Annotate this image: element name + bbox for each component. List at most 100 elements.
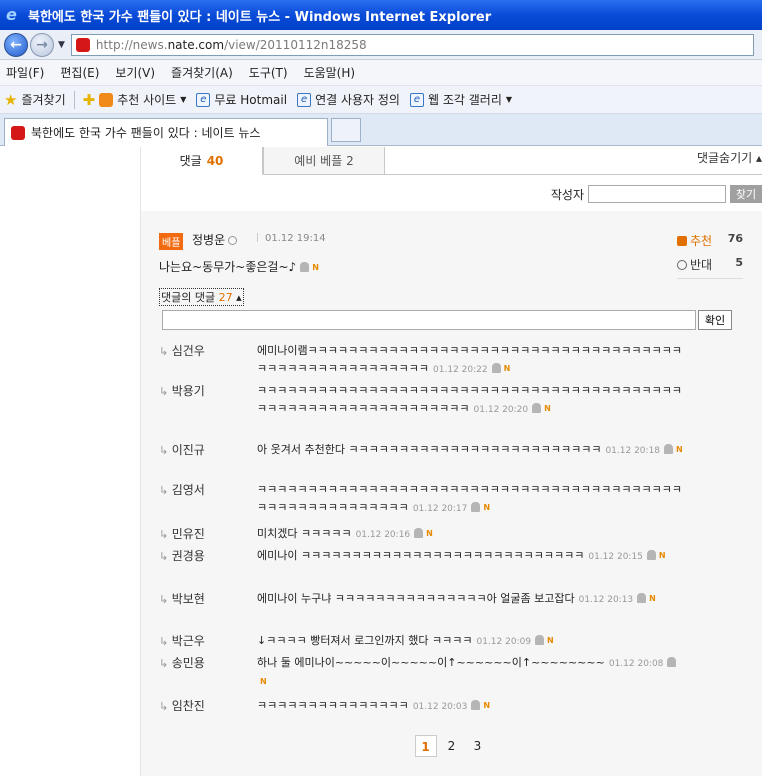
- oppose-icon: [677, 260, 687, 270]
- page-left-column: [0, 147, 141, 776]
- report-bell-icon[interactable]: [471, 502, 481, 512]
- recommend-count: 76: [727, 232, 743, 245]
- reply-text: ↓ㅋㅋㅋㅋ 빵터져서 로그인까지 했다 ㅋㅋㅋㅋ 01.12 20:09 N: [257, 632, 685, 651]
- reply-author[interactable]: 박근우: [159, 632, 205, 649]
- menu-favorites[interactable]: 즐겨찾기(A): [171, 64, 233, 81]
- report-bell-icon[interactable]: [535, 635, 545, 645]
- suggested-sites-icon: [99, 92, 114, 107]
- find-button[interactable]: 찾기: [730, 185, 762, 203]
- new-badge-icon: N: [544, 404, 551, 413]
- reply-timestamp: 01.12 20:13: [578, 595, 634, 605]
- reply-timestamp: 01.12 20:09: [476, 637, 532, 647]
- reply-author[interactable]: 권경용: [159, 547, 205, 564]
- best-author[interactable]: 정병운: [192, 231, 238, 248]
- confirm-button[interactable]: 확인: [698, 310, 732, 330]
- reply-author[interactable]: 박보현: [159, 590, 205, 607]
- site-favicon-icon: [11, 125, 25, 140]
- ie-page-icon: e: [297, 92, 312, 107]
- page-2-button[interactable]: 2: [441, 735, 463, 757]
- report-bell-icon[interactable]: [637, 593, 647, 603]
- web-page: 댓글 40 예비 베플 2 댓글숨기기 ▴ 작성자 찾기 베플 정병운 01.12…: [0, 147, 762, 776]
- reply-author[interactable]: 송민용: [159, 654, 205, 671]
- reply-timestamp: 01.12 20:15: [588, 552, 643, 562]
- browser-tab-active[interactable]: 북한에도 한국 가수 팬들이 있다 : 네이트 뉴스: [4, 118, 328, 146]
- tab-candidate-best[interactable]: 예비 베플 2: [263, 147, 385, 175]
- author-search-label: 작성자: [550, 187, 584, 202]
- person-icon: [228, 236, 238, 245]
- reply-text: 에미나이램ㅋㅋㅋㅋㅋㅋㅋㅋㅋㅋㅋㅋㅋㅋㅋㅋㅋㅋㅋㅋㅋㅋㅋㅋㅋㅋㅋㅋㅋㅋㅋㅋㅋㅋㅋ…: [257, 342, 685, 379]
- report-bell-icon[interactable]: [667, 657, 677, 667]
- thumbs-up-icon: [677, 236, 687, 246]
- reply-author[interactable]: 이진규: [159, 441, 205, 458]
- reply-timestamp: 01.12 20:22: [433, 365, 488, 375]
- reply-timestamp: 01.12 20:08: [608, 659, 664, 669]
- fav-hotmail[interactable]: e 무료 Hotmail: [196, 91, 287, 108]
- ie-page-icon: e: [409, 92, 424, 107]
- page-3-button[interactable]: 3: [467, 735, 489, 757]
- reply-input[interactable]: [162, 310, 696, 330]
- report-bell-icon[interactable]: [664, 444, 674, 454]
- pagination: 1 2 3: [141, 734, 762, 758]
- menu-view[interactable]: 보기(V): [115, 64, 155, 81]
- new-badge-icon: N: [260, 677, 267, 686]
- oppose-count: 5: [735, 256, 743, 269]
- favorites-button[interactable]: 즐겨찾기: [21, 91, 65, 108]
- reply-author[interactable]: 김영서: [159, 481, 205, 498]
- reply-text: 에미나이 누구냐 ㅋㅋㅋㅋㅋㅋㅋㅋㅋㅋㅋㅋㅋㅋㅋ아 얼굴좀 보고잡다 01.12 …: [257, 590, 685, 609]
- tab-comments[interactable]: 댓글 40: [141, 147, 263, 175]
- ie-page-icon: e: [196, 92, 211, 107]
- site-favicon-icon: [75, 37, 90, 52]
- new-tab-button[interactable]: [331, 118, 361, 142]
- menu-tools[interactable]: 도구(T): [249, 64, 288, 81]
- author-search-input[interactable]: [588, 185, 726, 203]
- ie-logo-icon: e: [6, 5, 17, 24]
- reply-timestamp: 01.12 20:17: [412, 504, 468, 514]
- favorites-star-icon: ★: [4, 90, 18, 109]
- report-bell-icon[interactable]: [646, 550, 656, 560]
- new-badge-icon: N: [649, 594, 656, 603]
- new-badge-icon: N: [312, 263, 319, 272]
- chevron-up-icon: ▴: [236, 291, 242, 304]
- window-titlebar: e 북한에도 한국 가수 팬들이 있다 : 네이트 뉴스 - Windows I…: [0, 0, 762, 30]
- new-badge-icon: N: [658, 551, 666, 560]
- forward-button[interactable]: →: [30, 32, 54, 57]
- reply-toggle[interactable]: 댓글의 댓글 27 ▴: [159, 288, 244, 306]
- menu-help[interactable]: 도움말(H): [304, 64, 356, 81]
- address-bar: ← → ▼ http://news. nate.com/view/20110112…: [0, 30, 762, 60]
- new-badge-icon: N: [547, 636, 554, 645]
- reply-author[interactable]: 박용기: [159, 382, 205, 399]
- history-dropdown-icon[interactable]: ▼: [58, 40, 65, 50]
- url-input[interactable]: http://news. nate.com/view/20110112n18258: [70, 33, 754, 56]
- fav-web-slice-gallery[interactable]: e 웹 조각 갤러리 ▼: [409, 91, 513, 108]
- report-bell-icon[interactable]: [414, 528, 424, 538]
- reply-author[interactable]: 민유진: [159, 525, 205, 542]
- recommend-button[interactable]: 추천 76: [677, 232, 743, 249]
- menu-file[interactable]: 파일(F): [6, 64, 44, 81]
- menu-edit[interactable]: 편집(E): [60, 64, 99, 81]
- chevron-down-icon: ▼: [505, 95, 513, 104]
- fav-suggested-sites[interactable]: 추천 사이트 ▼: [99, 91, 186, 108]
- reply-author[interactable]: 임찬진: [159, 697, 205, 714]
- back-button[interactable]: ←: [4, 32, 28, 57]
- chevron-down-icon: ▼: [180, 95, 187, 104]
- oppose-button[interactable]: 반대 5: [677, 256, 743, 279]
- favbar-divider: [73, 90, 75, 109]
- best-comment-text: 나는요~동무가~좋은걸~♪ N: [159, 260, 319, 274]
- add-favorite-icon[interactable]: ✚: [83, 91, 96, 109]
- comment-tabs: 댓글 40 예비 베플 2 댓글숨기기 ▴: [141, 147, 762, 175]
- reply-text: ㅋㅋㅋㅋㅋㅋㅋㅋㅋㅋㅋㅋㅋㅋㅋㅋㅋㅋㅋㅋㅋㅋㅋㅋㅋㅋㅋㅋㅋㅋㅋㅋㅋㅋㅋㅋㅋㅋㅋㅋ…: [257, 382, 685, 419]
- page-1-button[interactable]: 1: [414, 735, 437, 757]
- report-bell-icon[interactable]: [300, 262, 310, 272]
- new-badge-icon: N: [483, 503, 491, 512]
- hide-comments-button[interactable]: 댓글숨기기 ▴: [697, 147, 762, 171]
- favorites-bar: ★ 즐겨찾기 ✚ 추천 사이트 ▼ e 무료 Hotmail e 연결 사용자 정…: [0, 86, 762, 114]
- report-bell-icon[interactable]: [471, 700, 481, 710]
- report-bell-icon[interactable]: [532, 403, 542, 413]
- reply-timestamp: 01.12 20:16: [355, 530, 411, 540]
- reply-timestamp: 01.12 20:03: [412, 702, 468, 712]
- fav-customize-links[interactable]: e 연결 사용자 정의: [297, 91, 400, 108]
- report-bell-icon[interactable]: [491, 363, 501, 373]
- reply-author[interactable]: 심건우: [159, 342, 205, 359]
- new-badge-icon: N: [676, 445, 683, 454]
- window-title: 북한에도 한국 가수 팬들이 있다 : 네이트 뉴스 - Windows Int…: [28, 9, 492, 25]
